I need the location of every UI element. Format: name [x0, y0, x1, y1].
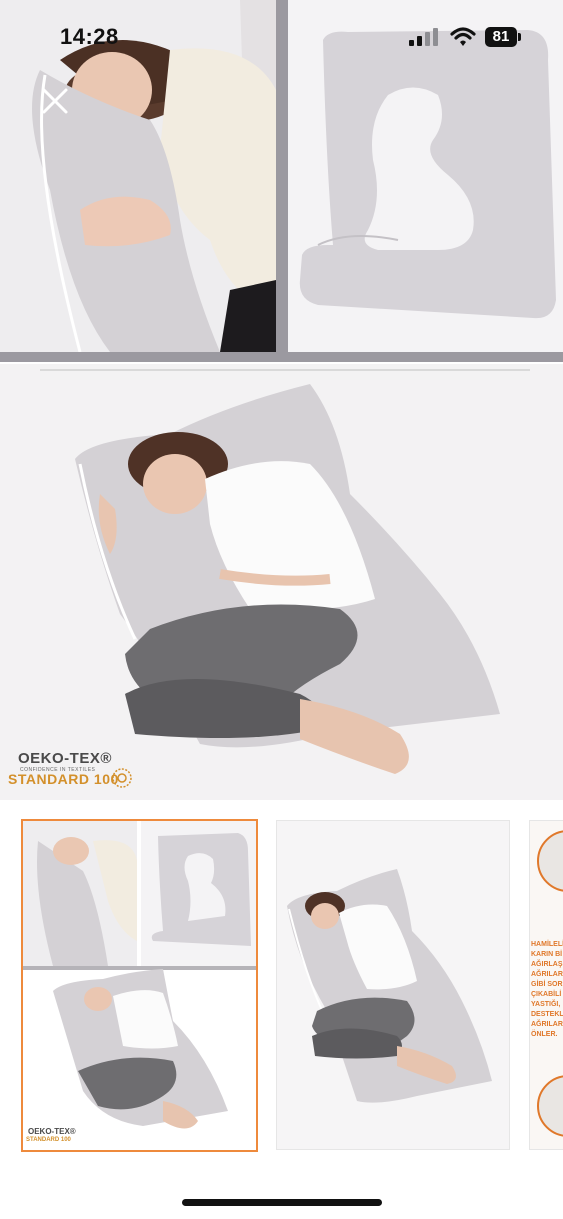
signal-icon	[409, 28, 438, 46]
gallery-image-top-right[interactable]	[288, 0, 563, 352]
thumbnail-3-text-line: YASTIĞI,	[531, 1001, 561, 1008]
oeko-tex-standard: STANDARD 100	[8, 771, 119, 787]
wifi-icon	[450, 27, 476, 46]
oeko-tex-flower-icon	[112, 768, 132, 788]
photo-woman-sleeping-on-pillow	[0, 364, 563, 800]
thumbnail-1-badge-standard: STANDARD 100	[26, 1137, 71, 1143]
thumbnail-3-text-line: AĞRILAR	[531, 1021, 563, 1028]
gallery-image-main[interactable]	[0, 364, 563, 800]
home-indicator[interactable]	[182, 1199, 382, 1206]
gallery-image-top-left[interactable]	[0, 0, 276, 352]
thumbnail-3-text: HAMİLELİ KARIN Bİ AĞIRLAŞ AĞRILAR GİBİ SOR ÇI…	[531, 940, 563, 1040]
battery-tip	[518, 33, 521, 41]
thumbnail-3-text-line: ÖNLER.	[531, 1031, 558, 1038]
thumbnail-1[interactable]: OEKO-TEX® STANDARD 100	[21, 819, 258, 1152]
battery-icon: 81	[485, 27, 517, 47]
thumbnail-1-image	[23, 821, 256, 1150]
thumbnail-3-text-line: GİBİ SOR	[531, 981, 563, 988]
thumbnail-2[interactable]	[276, 820, 510, 1150]
thumbnail-3-text-line: AĞRILAR	[531, 971, 563, 978]
thumbnail-2-image	[277, 821, 509, 1149]
thumbnail-3-text-line: ÇIKABİLİ	[531, 991, 562, 998]
status-time: 14:28	[60, 24, 119, 49]
thumbnail-3-text-line: KARIN Bİ	[531, 951, 563, 958]
thumbnail-3-text-line: DESTEKL	[531, 1011, 563, 1018]
photo-woman-hugging-pillow	[0, 0, 276, 352]
close-icon[interactable]	[38, 84, 72, 118]
oeko-tex-brand: OEKO-TEX®	[18, 750, 112, 767]
thumbnail-3-text-line: AĞIRLAŞ	[531, 961, 563, 968]
photo-u-shaped-pillow	[288, 0, 563, 352]
thumbnail-1-badge-brand: OEKO-TEX®	[28, 1127, 76, 1136]
thumbnail-3-text-line: HAMİLELİ	[531, 941, 563, 948]
